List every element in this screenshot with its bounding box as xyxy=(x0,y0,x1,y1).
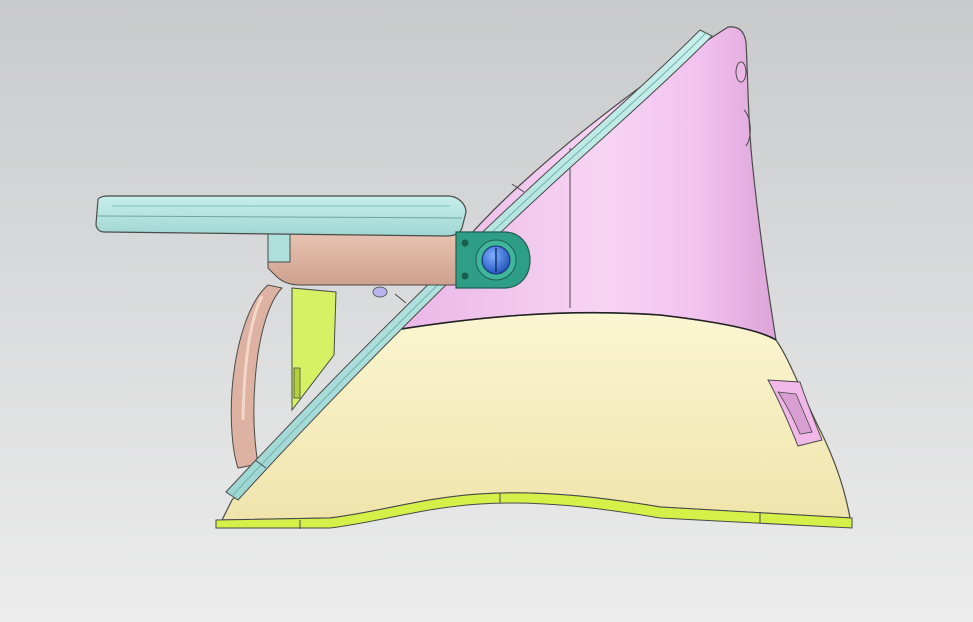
booster-seat-model xyxy=(95,26,853,529)
back-panel-clip xyxy=(735,61,747,83)
strut-slot xyxy=(293,367,301,399)
tray-arm-stem xyxy=(267,231,291,263)
hinge-screw-top xyxy=(461,239,469,247)
rail-clip xyxy=(372,286,388,298)
cad-viewport[interactable] xyxy=(0,0,973,622)
back-panel xyxy=(393,26,777,342)
hinge-screw-bottom xyxy=(461,272,469,280)
